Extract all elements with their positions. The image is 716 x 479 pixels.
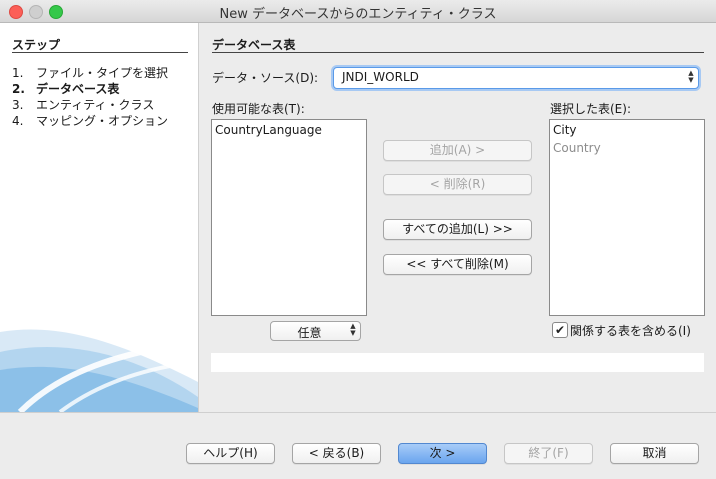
steps-divider [12, 52, 188, 53]
step-item: 4. マッピング・オプション [12, 114, 169, 128]
footer-divider [0, 412, 716, 413]
panel-divider [212, 52, 704, 53]
steps-list: 1. ファイル・タイプを選択 2. データベース表 3. エンティティ・クラス 4. マ… [12, 65, 168, 129]
steps-title: ステップ [12, 38, 61, 52]
dialog-window: New データベースからのエンティティ・クラス ステップ 1. ファイル・タイプを… [0, 0, 716, 479]
selected-tables-label: 選択した表(E): [550, 102, 631, 116]
datasource-select[interactable]: JNDI_WORLD ▲ ▼ [333, 67, 699, 89]
datasource-label: データ・ソース(D): [212, 71, 319, 85]
add-button[interactable]: 追加(A) > [383, 140, 532, 161]
step-item: 3. エンティティ・クラス [12, 98, 155, 112]
selected-tables-list[interactable]: City Country [549, 119, 705, 316]
steps-panel: ステップ 1. ファイル・タイプを選択 2. データベース表 3. エンティティ・クラ… [0, 23, 199, 412]
step-item-active: 2. データベース表 [12, 82, 120, 96]
add-all-button[interactable]: すべての追加(L) >> [383, 219, 532, 240]
status-message-area [211, 353, 704, 372]
available-tables-list[interactable]: CountryLanguage [211, 119, 367, 316]
table-filter-value: 任意 [297, 326, 322, 340]
list-item[interactable]: CountryLanguage [212, 120, 366, 138]
remove-all-button[interactable]: << すべて削除(M) [383, 254, 532, 275]
window-title: New データベースからのエンティティ・クラス [219, 7, 497, 22]
include-related-checkbox[interactable]: ✔ [552, 322, 568, 338]
cancel-button[interactable]: 取消 [610, 443, 699, 464]
include-related-label: 関係する表を含める(I) [570, 324, 691, 338]
updown-arrows-icon: ▲ ▼ [688, 69, 694, 84]
decorative-swirl-image [0, 329, 198, 412]
help-button[interactable]: ヘルプ(H) [186, 443, 275, 464]
list-item[interactable]: City [550, 120, 704, 138]
back-button[interactable]: < 戻る(B) [292, 443, 381, 464]
remove-button[interactable]: < 削除(R) [383, 174, 532, 195]
table-filter-select[interactable]: 任意 ▲ ▼ [270, 321, 361, 341]
datasource-value: JNDI_WORLD [342, 70, 419, 84]
list-item[interactable]: Country [550, 138, 704, 156]
finish-button[interactable]: 終了(F) [504, 443, 593, 464]
step-item: 1. ファイル・タイプを選択 [12, 66, 169, 80]
title-bar: New データベースからのエンティティ・クラス [0, 0, 716, 23]
updown-arrows-icon: ▲ ▼ [350, 322, 356, 337]
panel-title: データベース表 [212, 38, 296, 52]
available-tables-label: 使用可能な表(T): [212, 102, 305, 116]
next-button[interactable]: 次 > [398, 443, 487, 464]
